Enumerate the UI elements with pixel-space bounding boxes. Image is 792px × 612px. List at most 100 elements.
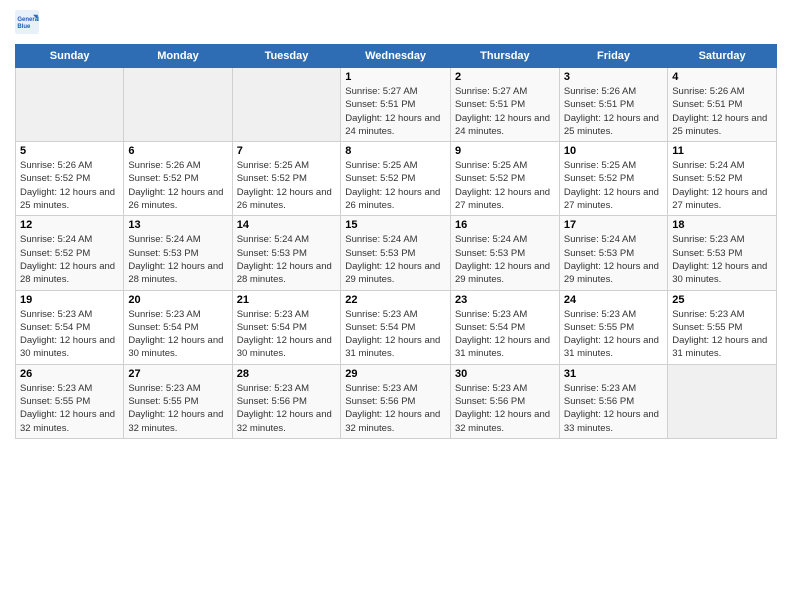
col-header-thursday: Thursday: [450, 45, 559, 68]
day-number: 2: [455, 71, 555, 83]
col-header-sunday: Sunday: [16, 45, 124, 68]
day-info: Sunrise: 5:24 AM Sunset: 5:52 PM Dayligh…: [672, 159, 772, 212]
day-number: 18: [672, 219, 772, 231]
calendar-cell: 12 Sunrise: 5:24 AM Sunset: 5:52 PM Dayli…: [16, 216, 124, 290]
day-number: 5: [20, 145, 119, 157]
calendar-cell: 5 Sunrise: 5:26 AM Sunset: 5:52 PM Daylig…: [16, 142, 124, 216]
day-info: Sunrise: 5:25 AM Sunset: 5:52 PM Dayligh…: [455, 159, 555, 212]
day-number: 29: [345, 368, 446, 380]
day-number: 25: [672, 294, 772, 306]
day-number: 7: [237, 145, 337, 157]
day-info: Sunrise: 5:23 AM Sunset: 5:56 PM Dayligh…: [455, 382, 555, 435]
calendar-cell: 11 Sunrise: 5:24 AM Sunset: 5:52 PM Dayli…: [668, 142, 777, 216]
day-number: 11: [672, 145, 772, 157]
day-number: 21: [237, 294, 337, 306]
day-number: 1: [345, 71, 446, 83]
calendar-cell: 16 Sunrise: 5:24 AM Sunset: 5:53 PM Dayli…: [450, 216, 559, 290]
day-number: 26: [20, 368, 119, 380]
day-number: 12: [20, 219, 119, 231]
day-number: 3: [564, 71, 663, 83]
calendar-week-row: 26 Sunrise: 5:23 AM Sunset: 5:55 PM Dayli…: [16, 364, 777, 438]
calendar-cell: 22 Sunrise: 5:23 AM Sunset: 5:54 PM Dayli…: [341, 290, 451, 364]
calendar-cell: 20 Sunrise: 5:23 AM Sunset: 5:54 PM Dayli…: [124, 290, 232, 364]
day-info: Sunrise: 5:27 AM Sunset: 5:51 PM Dayligh…: [345, 85, 446, 138]
calendar-cell: [668, 364, 777, 438]
day-info: Sunrise: 5:23 AM Sunset: 5:54 PM Dayligh…: [345, 308, 446, 361]
day-number: 28: [237, 368, 337, 380]
day-number: 17: [564, 219, 663, 231]
calendar-cell: 10 Sunrise: 5:25 AM Sunset: 5:52 PM Dayli…: [559, 142, 667, 216]
day-number: 20: [128, 294, 227, 306]
calendar-cell: 13 Sunrise: 5:24 AM Sunset: 5:53 PM Dayli…: [124, 216, 232, 290]
day-number: 16: [455, 219, 555, 231]
calendar-cell: 23 Sunrise: 5:23 AM Sunset: 5:54 PM Dayli…: [450, 290, 559, 364]
day-number: 30: [455, 368, 555, 380]
calendar-cell: 21 Sunrise: 5:23 AM Sunset: 5:54 PM Dayli…: [232, 290, 341, 364]
day-number: 27: [128, 368, 227, 380]
calendar-cell: 28 Sunrise: 5:23 AM Sunset: 5:56 PM Dayli…: [232, 364, 341, 438]
calendar-week-row: 12 Sunrise: 5:24 AM Sunset: 5:52 PM Dayli…: [16, 216, 777, 290]
day-info: Sunrise: 5:23 AM Sunset: 5:53 PM Dayligh…: [672, 233, 772, 286]
col-header-monday: Monday: [124, 45, 232, 68]
calendar-cell: 3 Sunrise: 5:26 AM Sunset: 5:51 PM Daylig…: [559, 68, 667, 142]
day-info: Sunrise: 5:25 AM Sunset: 5:52 PM Dayligh…: [564, 159, 663, 212]
calendar-cell: 6Sunrise: 5:26 AM Sunset: 5:52 PM Daylig…: [124, 142, 232, 216]
day-info: Sunrise: 5:23 AM Sunset: 5:54 PM Dayligh…: [455, 308, 555, 361]
day-number: 4: [672, 71, 772, 83]
day-info: Sunrise: 5:26 AM Sunset: 5:52 PM Dayligh…: [128, 159, 227, 212]
day-info: Sunrise: 5:23 AM Sunset: 5:54 PM Dayligh…: [128, 308, 227, 361]
day-number: 10: [564, 145, 663, 157]
svg-text:General: General: [17, 17, 39, 23]
svg-text:Blue: Blue: [17, 24, 31, 30]
day-info: Sunrise: 5:23 AM Sunset: 5:56 PM Dayligh…: [564, 382, 663, 435]
day-info: Sunrise: 5:24 AM Sunset: 5:52 PM Dayligh…: [20, 233, 119, 286]
logo-icon: General Blue: [15, 10, 39, 34]
calendar-cell: 25Sunrise: 5:23 AM Sunset: 5:55 PM Dayli…: [668, 290, 777, 364]
calendar-cell: 7 Sunrise: 5:25 AM Sunset: 5:52 PM Daylig…: [232, 142, 341, 216]
calendar-cell: 29Sunrise: 5:23 AM Sunset: 5:56 PM Dayli…: [341, 364, 451, 438]
calendar-cell: [16, 68, 124, 142]
day-info: Sunrise: 5:24 AM Sunset: 5:53 PM Dayligh…: [128, 233, 227, 286]
day-info: Sunrise: 5:24 AM Sunset: 5:53 PM Dayligh…: [237, 233, 337, 286]
day-info: Sunrise: 5:26 AM Sunset: 5:51 PM Dayligh…: [564, 85, 663, 138]
calendar-cell: 26 Sunrise: 5:23 AM Sunset: 5:55 PM Dayli…: [16, 364, 124, 438]
calendar-cell: 15 Sunrise: 5:24 AM Sunset: 5:53 PM Dayli…: [341, 216, 451, 290]
day-info: Sunrise: 5:26 AM Sunset: 5:52 PM Dayligh…: [20, 159, 119, 212]
day-number: 22: [345, 294, 446, 306]
calendar-week-row: 5 Sunrise: 5:26 AM Sunset: 5:52 PM Daylig…: [16, 142, 777, 216]
calendar-cell: 8Sunrise: 5:25 AM Sunset: 5:52 PM Daylig…: [341, 142, 451, 216]
calendar-cell: 1 Sunrise: 5:27 AM Sunset: 5:51 PM Daylig…: [341, 68, 451, 142]
day-info: Sunrise: 5:24 AM Sunset: 5:53 PM Dayligh…: [455, 233, 555, 286]
day-info: Sunrise: 5:23 AM Sunset: 5:54 PM Dayligh…: [20, 308, 119, 361]
day-info: Sunrise: 5:25 AM Sunset: 5:52 PM Dayligh…: [237, 159, 337, 212]
day-number: 13: [128, 219, 227, 231]
calendar-cell: 27 Sunrise: 5:23 AM Sunset: 5:55 PM Dayli…: [124, 364, 232, 438]
day-info: Sunrise: 5:23 AM Sunset: 5:55 PM Dayligh…: [128, 382, 227, 435]
logo: General Blue: [15, 10, 43, 34]
calendar-week-row: 19Sunrise: 5:23 AM Sunset: 5:54 PM Dayli…: [16, 290, 777, 364]
day-info: Sunrise: 5:25 AM Sunset: 5:52 PM Dayligh…: [345, 159, 446, 212]
day-info: Sunrise: 5:24 AM Sunset: 5:53 PM Dayligh…: [564, 233, 663, 286]
calendar-cell: 19Sunrise: 5:23 AM Sunset: 5:54 PM Dayli…: [16, 290, 124, 364]
calendar-cell: 24Sunrise: 5:23 AM Sunset: 5:55 PM Dayli…: [559, 290, 667, 364]
day-info: Sunrise: 5:24 AM Sunset: 5:53 PM Dayligh…: [345, 233, 446, 286]
calendar-cell: 31 Sunrise: 5:23 AM Sunset: 5:56 PM Dayli…: [559, 364, 667, 438]
calendar-cell: [232, 68, 341, 142]
calendar-header-row: SundayMondayTuesdayWednesdayThursdayFrid…: [16, 45, 777, 68]
calendar-cell: 4Sunrise: 5:26 AM Sunset: 5:51 PM Daylig…: [668, 68, 777, 142]
day-info: Sunrise: 5:27 AM Sunset: 5:51 PM Dayligh…: [455, 85, 555, 138]
calendar-cell: 30 Sunrise: 5:23 AM Sunset: 5:56 PM Dayli…: [450, 364, 559, 438]
calendar-cell: [124, 68, 232, 142]
day-info: Sunrise: 5:23 AM Sunset: 5:55 PM Dayligh…: [20, 382, 119, 435]
day-number: 23: [455, 294, 555, 306]
col-header-wednesday: Wednesday: [341, 45, 451, 68]
day-number: 31: [564, 368, 663, 380]
day-info: Sunrise: 5:23 AM Sunset: 5:56 PM Dayligh…: [237, 382, 337, 435]
day-info: Sunrise: 5:23 AM Sunset: 5:55 PM Dayligh…: [564, 308, 663, 361]
col-header-saturday: Saturday: [668, 45, 777, 68]
calendar-week-row: 1 Sunrise: 5:27 AM Sunset: 5:51 PM Daylig…: [16, 68, 777, 142]
day-info: Sunrise: 5:23 AM Sunset: 5:54 PM Dayligh…: [237, 308, 337, 361]
day-number: 15: [345, 219, 446, 231]
calendar-cell: 14Sunrise: 5:24 AM Sunset: 5:53 PM Dayli…: [232, 216, 341, 290]
col-header-friday: Friday: [559, 45, 667, 68]
